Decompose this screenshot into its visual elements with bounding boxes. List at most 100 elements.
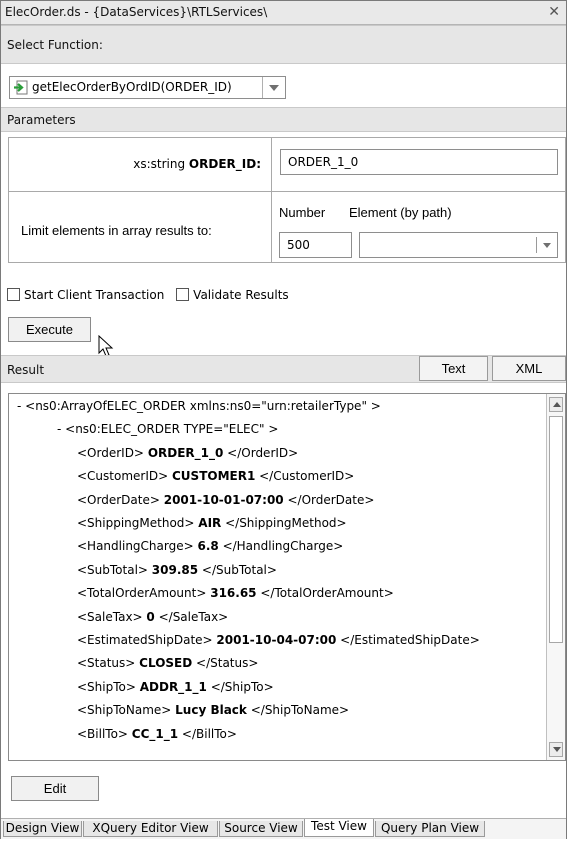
xml-tag-open: <SaleTax> [77,609,147,624]
parameters-header: Parameters [1,107,566,132]
xml-tag-close: </ShipTo> [206,679,274,694]
select-function-label: Select Function: [7,38,103,52]
xml-tag-open: - <ns0:ArrayOfELEC_ORDER xmlns:ns0="urn:… [17,399,381,413]
xml-tag-open: <ShipTo> [77,679,140,694]
result-scrollbar[interactable] [546,394,565,760]
xml-tag-open: - <ns0:ELEC_ORDER TYPE="ELEC" > [57,422,279,437]
xml-tag-open: <CustomerID> [77,469,172,484]
order-id-type: xs:string [133,157,186,171]
tab-source-view[interactable]: Source View [219,821,303,837]
xml-tag-close: </OrderDate> [283,492,375,507]
close-icon[interactable]: ✕ [548,4,560,20]
window-title: ElecOrder.ds - {DataServices}\RTLService… [5,5,268,19]
tab-xquery-editor-view[interactable]: XQuery Editor View [83,821,218,837]
xml-value: CUSTOMER1 [172,469,256,484]
xml-line: <SubTotal> 309.85 </SubTotal> [77,563,277,577]
xml-value: 0 [146,609,155,624]
xml-tag-open: <Status> [77,656,140,671]
number-input[interactable]: 500 [279,232,352,258]
validate-results-checkbox[interactable] [176,288,190,301]
xml-tag-open: <EstimatedShipDate> [77,633,217,647]
xml-tag-open: <HandlingCharge> [77,539,198,554]
tab-design-view[interactable]: Design View [3,821,82,837]
chevron-down-icon[interactable] [543,243,551,248]
function-select-value: getElecOrderByOrdID(ORDER_ID) [32,80,232,94]
xml-line: <ShipToName> Lucy Black </ShipToName> [77,703,349,717]
element-by-path-label: Element (by path) [349,205,452,220]
xml-value: ORDER_1_0 [147,445,224,460]
order-id-input[interactable]: ORDER_1_0 [280,149,558,175]
xml-line: - <ns0:ELEC_ORDER TYPE="ELEC" > [57,422,278,436]
xml-line: <ShippingMethod> AIR </ShippingMethod> [77,516,347,530]
xml-tag-close: </ShippingMethod> [221,516,347,530]
result-xml-view[interactable]: - <ns0:ArrayOfELEC_ORDER xmlns:ns0="urn:… [8,393,566,761]
xml-tag-close: </CustomerID> [255,469,355,484]
xml-line: <OrderDate> 2001-10-01-07:00 </OrderDate… [77,493,374,507]
xml-line: <Status> CLOSED </Status> [77,656,258,670]
xml-tag-open: <OrderID> [77,445,148,460]
xml-tag-close: </SubTotal> [198,562,277,577]
result-label: Result [7,363,45,377]
options-row: Start Client Transaction Validate Result… [7,287,297,303]
xml-tag-close: </ShipToName> [246,703,350,718]
element-path-select[interactable] [359,232,558,258]
chevron-down-icon[interactable] [262,77,285,98]
xml-value: 309.85 [151,562,199,577]
start-transaction-label: Start Client Transaction [24,287,165,302]
view-tab-bar: Design View XQuery Editor View Source Vi… [1,818,566,839]
xml-value: 2001-10-04-07:00 [216,633,337,647]
xml-line: <BillTo> CC_1_1 </BillTo> [77,727,237,741]
xml-tag-open: <ShipToName> [77,703,176,718]
xml-tag-close: </Status> [192,656,259,671]
order-id-name: ORDER_ID: [188,157,261,171]
xml-value: CLOSED [139,656,193,671]
xml-line: <EstimatedShipDate> 2001-10-04-07:00 </E… [77,633,480,647]
xml-tag-open: <SubTotal> [77,562,152,577]
xml-tag-close: </TotalOrderAmount> [256,586,394,601]
xml-line: <OrderID> ORDER_1_0 </OrderID> [77,446,298,460]
test-view-window: ElecOrder.ds - {DataServices}\RTLService… [0,0,567,839]
scroll-down-icon[interactable] [549,742,563,757]
xml-tag-close: </EstimatedShipDate> [336,633,480,647]
xml-tag-open: <BillTo> [77,726,132,741]
xml-line: - <ns0:ArrayOfELEC_ORDER xmlns:ns0="urn:… [17,399,381,413]
xml-tag-open: <OrderDate> [77,492,164,507]
text-tab-button[interactable]: Text [419,356,488,381]
tab-query-plan-view[interactable]: Query Plan View [375,821,485,837]
edit-button[interactable]: Edit [11,776,99,801]
parameters-label: Parameters [7,113,76,127]
scroll-thumb[interactable] [549,416,563,643]
number-label: Number [279,205,326,220]
parameters-table: xs:string ORDER_ID: ORDER_1_0 Limit elem… [8,137,566,263]
xml-line: <SaleTax> 0 </SaleTax> [77,610,228,624]
tab-test-view[interactable]: Test View [304,819,374,837]
select-function-header: Select Function: [1,25,566,64]
xml-value: 6.8 [197,539,219,554]
xml-tag-open: <ShippingMethod> [77,516,199,530]
xml-tag-open: <TotalOrderAmount> [77,586,211,601]
xml-value: AIR [198,516,222,530]
xml-tag-close: </BillTo> [178,726,237,741]
scroll-up-icon[interactable] [549,397,563,412]
xml-line: <TotalOrderAmount> 316.65 </TotalOrderAm… [77,586,394,600]
function-select[interactable]: getElecOrderByOrdID(ORDER_ID) [9,76,286,99]
start-transaction-checkbox[interactable] [7,288,20,301]
row-divider [9,191,565,192]
xml-line: <ShipTo> ADDR_1_1 </ShipTo> [77,680,274,694]
xml-tag-close: </OrderID> [223,445,299,460]
order-id-label: xs:string ORDER_ID: [133,157,261,171]
function-arrow-icon [14,80,28,95]
validate-results-label: Validate Results [193,287,289,302]
xml-value: 316.65 [210,586,257,601]
xml-line: <CustomerID> CUSTOMER1 </CustomerID> [77,469,354,483]
execute-button[interactable]: Execute [8,317,91,342]
xml-tab-button[interactable]: XML [492,356,566,381]
xml-value: ADDR_1_1 [139,679,207,694]
xml-tag-close: </HandlingCharge> [218,539,344,554]
title-bar: ElecOrder.ds - {DataServices}\RTLService… [1,1,566,25]
xml-value: 2001-10-01-07:00 [163,492,284,507]
xml-value: Lucy Black [175,703,247,718]
xml-value: CC_1_1 [131,726,179,741]
column-divider [271,138,272,262]
xml-tag-close: </SaleTax> [154,609,229,624]
